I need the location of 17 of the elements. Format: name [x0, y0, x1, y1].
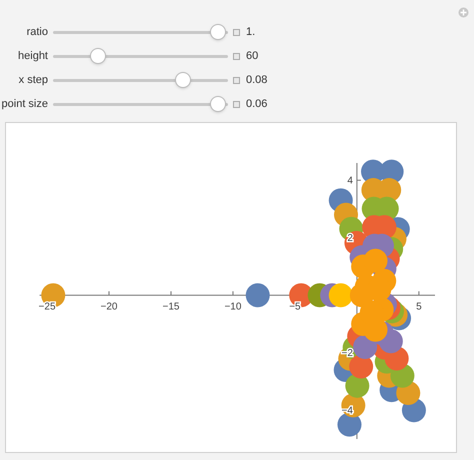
y-tick-label: −4 — [342, 405, 353, 416]
slider-label: point size — [0, 96, 48, 112]
y-tick-label: 4 — [347, 175, 353, 186]
y-tick-label: 2 — [347, 232, 353, 244]
slider-label: ratio — [26, 24, 48, 40]
slider-value: 1. — [246, 24, 256, 40]
slider-value: 0.06 — [246, 96, 268, 112]
slider-label: height — [17, 48, 48, 64]
x-tick-label: −25 — [38, 301, 56, 312]
x-tick-label: −20 — [100, 301, 118, 312]
slider-value: 60 — [246, 48, 258, 64]
slider-label: x step — [18, 72, 48, 88]
x-tick-label: −15 — [162, 301, 180, 312]
slider-value: 0.08 — [246, 72, 268, 88]
x-tick-label: 5 — [416, 301, 422, 312]
x-tick-label: −5 — [289, 301, 301, 312]
x-tick-label: −10 — [224, 301, 242, 312]
